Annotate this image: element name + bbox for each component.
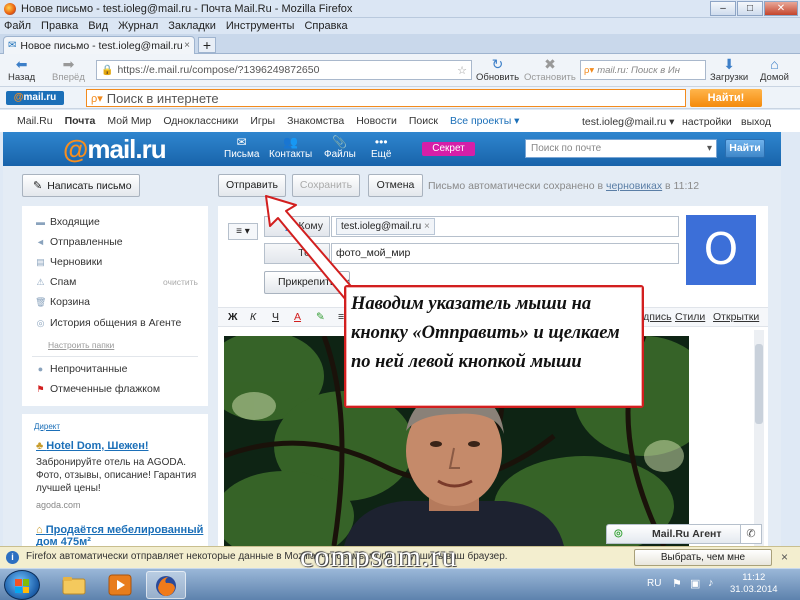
arrow-shape [265,195,357,301]
network-icon[interactable]: ⚑ [672,577,682,590]
media-icon[interactable] [100,571,140,599]
choose-share-button[interactable]: Выбрать, чем мне поделиться [634,549,772,578]
clock-time: 11:12 [742,572,766,583]
firefox-icon[interactable] [146,571,186,599]
clock[interactable]: 11:12 31.03.2014 [730,572,778,596]
folder-glyph [62,577,86,595]
clock-date: 31.03.2014 [730,584,778,595]
media-glyph [108,574,132,596]
notification-close-icon[interactable]: × [781,550,788,564]
action-center-icon[interactable]: ▣ [690,577,700,590]
info-icon: i [6,551,19,564]
firefox-glyph [156,576,176,596]
windows-taskbar: RU ⚑ ▣ ♪ 11:12 31.03.2014 [0,568,800,600]
folder-icon[interactable] [54,571,94,599]
mailru-agent-bar[interactable]: ◎ Mail.Ru Агент [606,524,761,544]
language-indicator[interactable]: RU [647,578,661,589]
agent-status-icon: ◎ [614,528,623,539]
windows-flag-icon [15,579,29,593]
start-button[interactable] [4,570,40,600]
volume-icon[interactable]: ♪ [708,577,714,589]
agent-label: Mail.Ru Агент [652,528,722,540]
phone-icon[interactable]: ✆ [740,524,762,544]
instruction-callout: Наводим указатель мыши на кнопку «Отправ… [344,285,644,408]
